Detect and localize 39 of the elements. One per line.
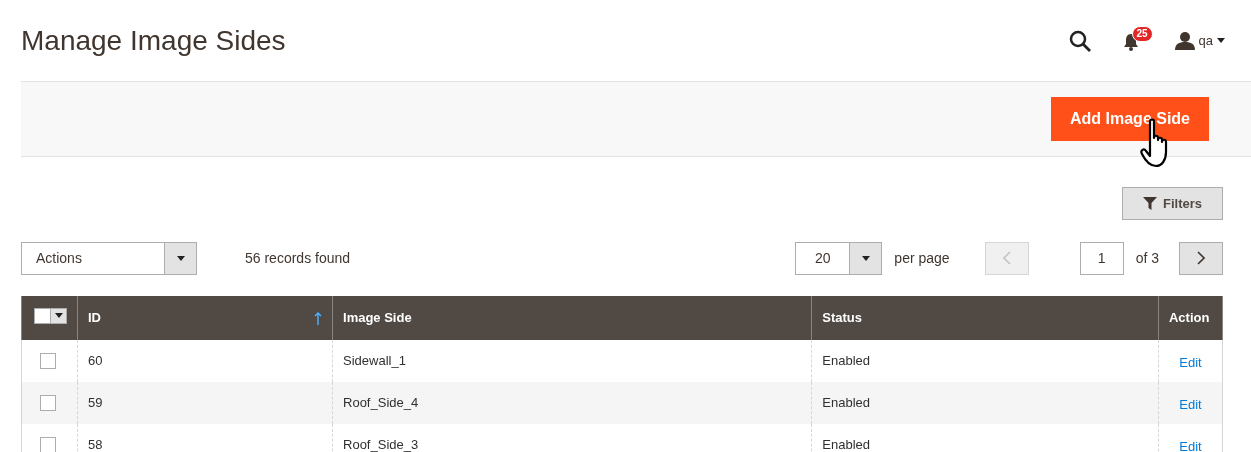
funnel-icon xyxy=(1143,197,1157,210)
page-title: Manage Image Sides xyxy=(21,23,286,58)
table-cell: Roof_Side_4 xyxy=(343,395,419,410)
chevron-right-icon xyxy=(1197,251,1205,265)
page-count: of 3 xyxy=(1135,248,1159,268)
edit-link[interactable]: Edit xyxy=(1179,397,1202,412)
table-cell: Enabled xyxy=(822,353,870,368)
search-icon[interactable] xyxy=(1068,29,1091,52)
column-header[interactable]: Image Side xyxy=(343,308,412,328)
caret-icon xyxy=(54,313,63,319)
caret-icon xyxy=(1217,38,1225,43)
chevron-left-icon xyxy=(1002,251,1011,265)
table-cell: 60 xyxy=(88,353,103,368)
filters-button[interactable]: Filters xyxy=(1122,187,1223,220)
select-all-checkbox[interactable] xyxy=(34,307,67,324)
column-header[interactable]: Status xyxy=(822,308,862,328)
row-checkbox[interactable] xyxy=(40,437,56,452)
records-count: 56 records found xyxy=(245,248,351,268)
edit-link[interactable]: Edit xyxy=(1179,355,1202,370)
table-cell: Roof_Side_3 xyxy=(343,437,419,452)
per-page-label: per page xyxy=(894,248,950,268)
table-cell: Enabled xyxy=(822,437,870,452)
column-header[interactable]: ID xyxy=(88,308,101,328)
table-cell: 59 xyxy=(88,395,103,410)
actions-dropdown[interactable]: Actions xyxy=(21,241,197,275)
notification-count: 25 xyxy=(1131,25,1153,42)
caret-icon xyxy=(176,255,185,261)
edit-link[interactable]: Edit xyxy=(1179,439,1202,452)
user-icon xyxy=(1174,31,1195,50)
row-checkbox[interactable] xyxy=(40,395,56,411)
table-cell: Enabled xyxy=(822,395,870,410)
next-page-button[interactable] xyxy=(1179,241,1223,275)
row-checkbox[interactable] xyxy=(40,353,56,369)
table-cell: 58 xyxy=(88,437,103,452)
page-number-field[interactable]: 1 xyxy=(1079,241,1124,275)
per-page-dropdown[interactable]: 20 xyxy=(795,241,883,275)
caret-icon xyxy=(861,255,870,261)
table-cell: Sidewall_1 xyxy=(343,353,406,368)
user-menu[interactable]: qa xyxy=(1174,30,1225,51)
